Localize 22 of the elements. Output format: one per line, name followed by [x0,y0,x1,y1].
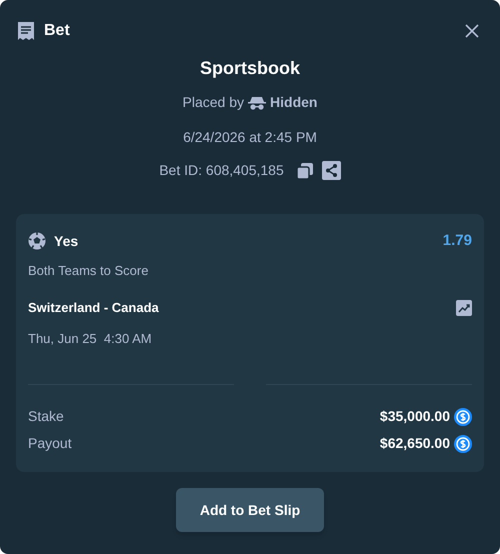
total-amount: $35,000.00 [380,407,450,426]
total-label: Payout [28,434,72,453]
sportsbook-title: Sportsbook [200,57,300,80]
placed-by-user: Hidden [270,93,318,112]
incognito-icon [248,96,266,110]
placed-by-label: Placed by [182,93,244,112]
odds-value: 1.79 [442,231,472,251]
event-name: Switzerland - Canada [28,299,159,317]
dialog-title: Bet [44,21,70,41]
total-amount: $62,650.00 [380,434,450,453]
total-label: Stake [28,407,64,426]
event-start-time: Thu, Jun 25 4:30 AM [28,330,153,348]
outcome-name: Yes [54,232,78,251]
close-icon [464,23,480,39]
add-to-bet-slip-button[interactable]: Add to Bet Slip [176,488,324,532]
bet-datetime: 6/24/2026 at 2:45 PM [183,128,317,147]
receipt-icon [16,21,36,41]
soccer-ball-icon [28,232,46,250]
dollar-coin-icon [454,408,472,426]
market-name: Both Teams to Score [28,262,150,280]
bet-id: Bet ID: 608,405,185 [159,161,284,180]
dollar-coin-icon [454,434,472,452]
